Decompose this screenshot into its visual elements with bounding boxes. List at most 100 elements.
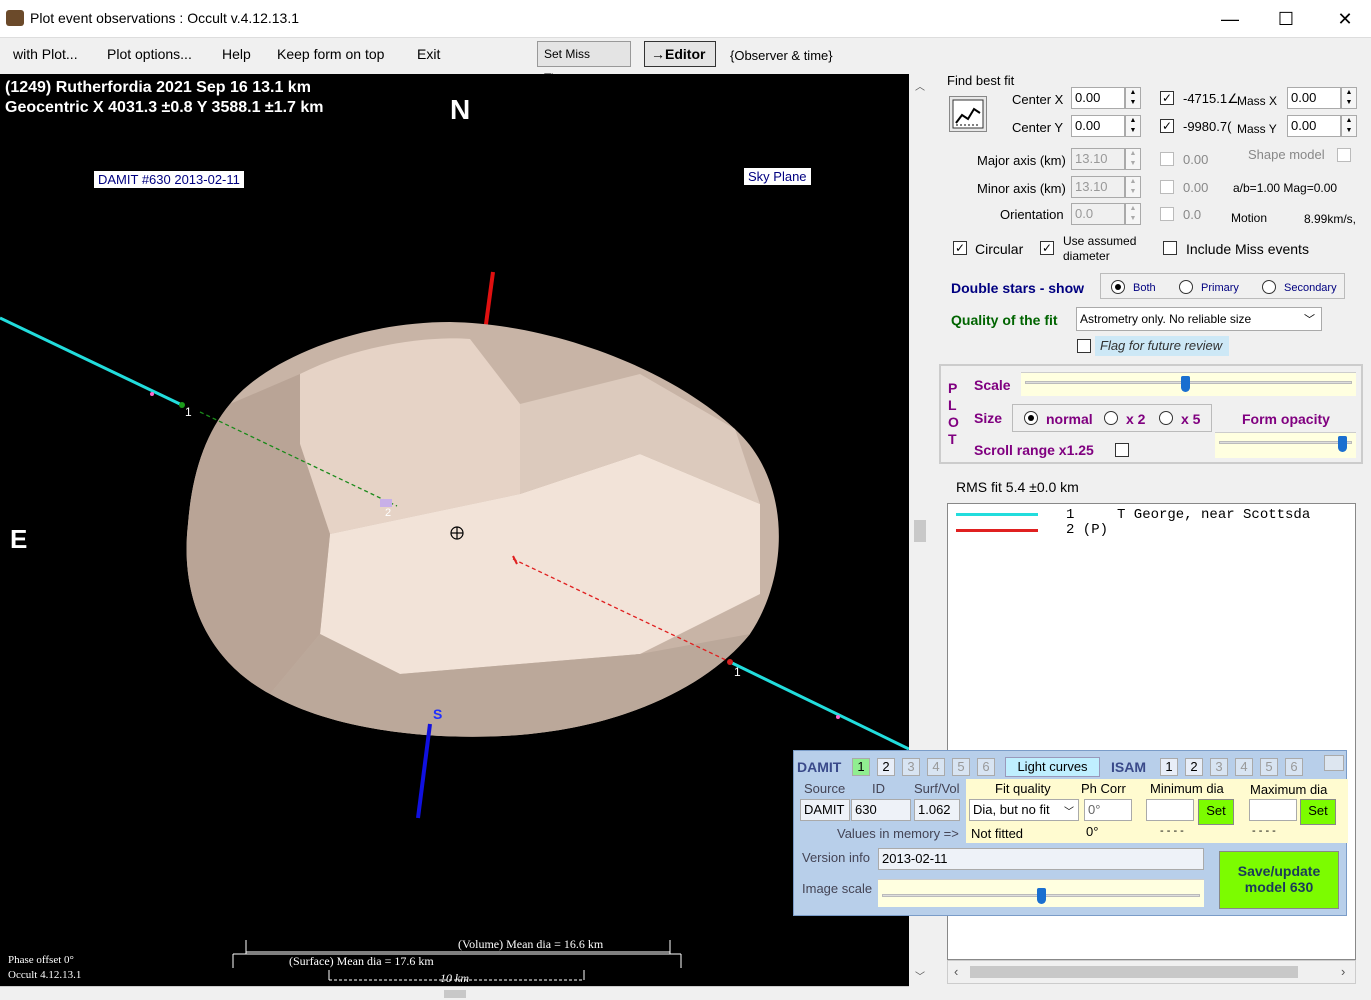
orientation-input[interactable]: 0.0 xyxy=(1071,203,1125,225)
mass-y-stepper[interactable]: ▲ ▼ xyxy=(1341,115,1357,137)
max-dia-set-button[interactable]: Set xyxy=(1300,799,1336,825)
major-axis-input[interactable]: 13.10 xyxy=(1071,148,1125,170)
ph-corr-header: Ph Corr xyxy=(1081,781,1126,796)
ph-corr-field[interactable]: 0° xyxy=(1084,799,1132,821)
plot-vscroll-up-icon[interactable]: ︿ xyxy=(915,78,925,93)
find-best-fit-button[interactable] xyxy=(949,96,987,132)
center-x-stepper[interactable]: ▲ ▼ xyxy=(1125,87,1141,109)
plot-hscroll-thumb[interactable] xyxy=(444,990,466,998)
form-opacity-slider[interactable] xyxy=(1215,432,1356,458)
chord-1-right xyxy=(729,660,909,751)
surfvol-field[interactable]: 1.062 xyxy=(914,799,960,821)
phase-offset-text: Phase offset 0° xyxy=(8,954,74,966)
secondary-radio[interactable] xyxy=(1262,280,1276,294)
save-update-model-button[interactable]: Save/update model 630 xyxy=(1219,851,1339,909)
primary-radio[interactable] xyxy=(1179,280,1193,294)
menu-exit[interactable]: Exit xyxy=(417,46,440,62)
quality-fit-select[interactable]: Astrometry only. No reliable size ﹀ xyxy=(1076,307,1322,331)
editor-button[interactable]: →Editor xyxy=(644,41,716,67)
light-curves-button[interactable]: Light curves xyxy=(1005,757,1100,777)
shape-model-checkbox[interactable] xyxy=(1337,148,1351,162)
isam-model-2[interactable]: 2 xyxy=(1185,758,1203,776)
plot-vscroll-thumb[interactable] xyxy=(914,520,926,542)
center-y-stepper[interactable]: ▲ ▼ xyxy=(1125,115,1141,137)
circular-checkbox[interactable]: ✓ xyxy=(953,241,967,255)
menu-help[interactable]: Help xyxy=(222,46,251,62)
minor-axis-input[interactable]: 13.10 xyxy=(1071,176,1125,198)
mass-y-value-text: -9980.7( xyxy=(1183,119,1232,134)
plot-canvas[interactable]: (1249) Rutherfordia 2021 Sep 16 13.1 km … xyxy=(0,74,909,986)
scale-slider[interactable] xyxy=(1021,372,1356,396)
observer-time-label[interactable]: {Observer & time} xyxy=(730,48,833,63)
plot-vscroll-down-icon[interactable]: ﹀ xyxy=(915,968,925,983)
isam-model-3[interactable]: 3 xyxy=(1210,758,1228,776)
id-field[interactable]: 630 xyxy=(851,799,911,821)
observer-2-num: 2 (P) xyxy=(1066,522,1109,538)
center-x-input[interactable]: 0.00 xyxy=(1071,87,1125,109)
min-dia-field[interactable] xyxy=(1146,799,1194,821)
set-miss-times-button[interactable]: Set Miss Times xyxy=(537,41,631,85)
mass-x-value-text: -4715.1∠ xyxy=(1183,91,1239,106)
minor-axis-fit-checkbox[interactable] xyxy=(1160,180,1174,194)
damit-model-3[interactable]: 3 xyxy=(902,758,920,776)
isam-model-4[interactable]: 4 xyxy=(1235,758,1253,776)
damit-model-1[interactable]: 1 xyxy=(852,758,870,776)
image-scale-slider-thumb[interactable] xyxy=(1037,888,1046,904)
use-assumed-diameter-checkbox[interactable]: ✓ xyxy=(1040,241,1054,255)
plot-hscrollbar[interactable] xyxy=(0,986,909,1000)
observers-hscroll-thumb[interactable] xyxy=(970,966,1298,978)
flag-review-checkbox[interactable] xyxy=(1077,339,1091,353)
mass-x-checkbox[interactable]: ✓ xyxy=(1160,91,1174,105)
max-dia-field[interactable] xyxy=(1249,799,1297,821)
isam-model-6[interactable]: 6 xyxy=(1285,758,1303,776)
source-field[interactable]: DAMIT xyxy=(800,799,850,821)
observers-hscrollbar[interactable]: ‹ › xyxy=(947,960,1356,984)
maximize-button[interactable]: ☐ xyxy=(1263,6,1309,32)
plot-letter-p: P xyxy=(948,380,958,396)
damit-model-2[interactable]: 2 xyxy=(877,758,895,776)
size-label: Size xyxy=(974,410,1003,426)
include-miss-checkbox[interactable] xyxy=(1163,241,1177,255)
min-dia-set-button[interactable]: Set xyxy=(1198,799,1234,825)
scroll-left-icon[interactable]: ‹ xyxy=(954,964,958,979)
damit-model-6[interactable]: 6 xyxy=(977,758,995,776)
both-radio[interactable] xyxy=(1111,280,1125,294)
scroll-right-icon[interactable]: › xyxy=(1341,964,1345,979)
minimize-button[interactable]: — xyxy=(1207,6,1253,32)
form-opacity-slider-thumb[interactable] xyxy=(1338,436,1347,452)
mass-x-stepper[interactable]: ▲ ▼ xyxy=(1341,87,1357,109)
image-scale-slider[interactable] xyxy=(878,879,1204,907)
isam-model-1[interactable]: 1 xyxy=(1160,758,1178,776)
mass-y-input[interactable]: 0.00 xyxy=(1287,115,1341,137)
size-x2-radio[interactable] xyxy=(1104,411,1118,425)
minor-axis-stepper[interactable]: ▲ ▼ xyxy=(1125,176,1141,198)
orientation-fit-checkbox[interactable] xyxy=(1160,207,1174,221)
size-normal-radio[interactable] xyxy=(1024,411,1038,425)
use-assumed-diameter-label: Use assumed diameter xyxy=(1063,234,1136,264)
size-x5-radio[interactable] xyxy=(1159,411,1173,425)
min-dia-header: Minimum dia xyxy=(1150,781,1224,796)
volume-dia-text: (Volume) Mean dia = 16.6 km xyxy=(458,937,604,951)
damit-panel: DAMIT 1 2 3 4 5 6 Light curves ISAM 1 2 … xyxy=(793,750,1348,916)
version-info-field[interactable]: 2013-02-11 xyxy=(878,848,1204,870)
isam-model-5[interactable]: 5 xyxy=(1260,758,1278,776)
mass-y-checkbox[interactable]: ✓ xyxy=(1160,119,1174,133)
major-axis-stepper[interactable]: ▲ ▼ xyxy=(1125,148,1141,170)
double-stars-label: Double stars - show xyxy=(951,280,1085,296)
menu-keep-on-top[interactable]: Keep form on top xyxy=(277,46,384,62)
orientation-stepper[interactable]: ▲ ▼ xyxy=(1125,203,1141,225)
scale-slider-thumb[interactable] xyxy=(1181,376,1190,392)
occult-version-text: Occult 4.12.13.1 xyxy=(8,969,82,981)
scroll-range-checkbox[interactable] xyxy=(1115,443,1129,457)
damit-panel-close-button[interactable] xyxy=(1324,755,1344,771)
damit-model-5[interactable]: 5 xyxy=(952,758,970,776)
circular-label: Circular xyxy=(975,241,1024,257)
fit-quality-select[interactable]: Dia, but no fit ﹀ xyxy=(969,799,1079,821)
damit-model-4[interactable]: 4 xyxy=(927,758,945,776)
major-axis-fit-checkbox[interactable] xyxy=(1160,152,1174,166)
mass-x-input[interactable]: 0.00 xyxy=(1287,87,1341,109)
center-y-input[interactable]: 0.00 xyxy=(1071,115,1125,137)
menu-with-plot[interactable]: with Plot... xyxy=(13,46,78,62)
close-button[interactable]: ✕ xyxy=(1322,6,1368,32)
menu-plot-options[interactable]: Plot options... xyxy=(107,46,192,62)
